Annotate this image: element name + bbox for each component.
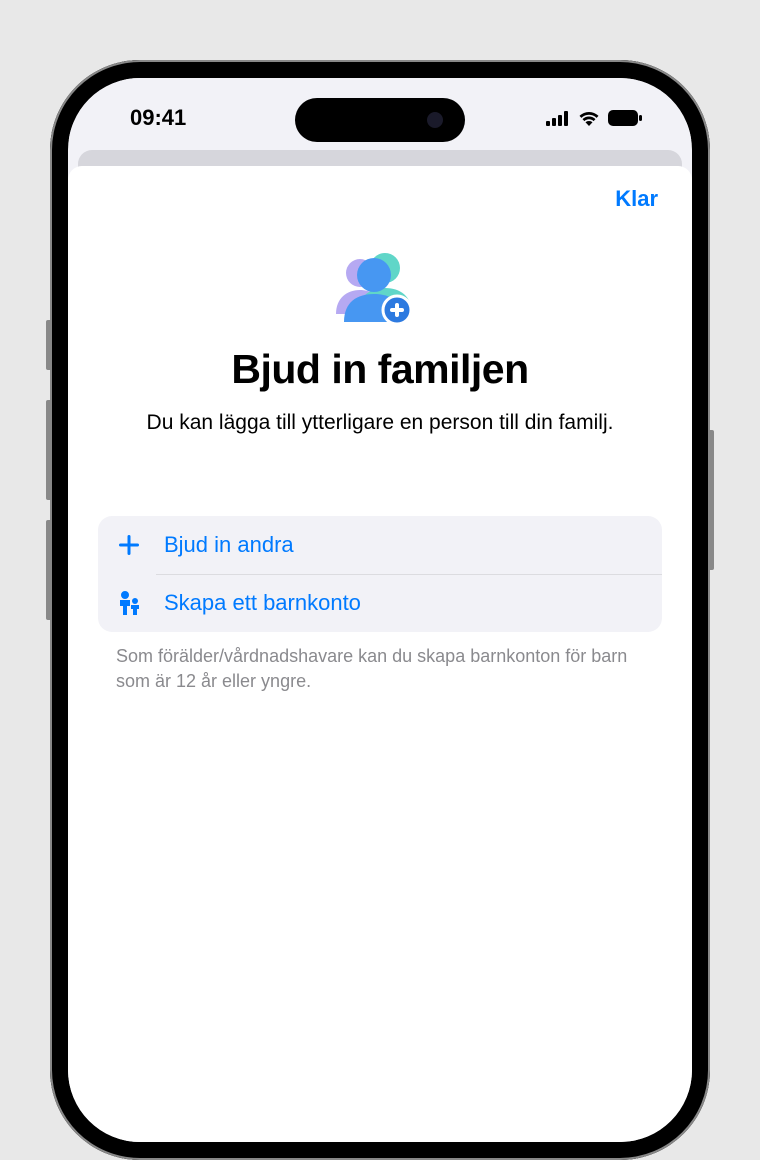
screen: 09:41	[68, 78, 692, 1142]
cellular-icon	[546, 111, 570, 126]
phone-frame: 09:41	[50, 60, 710, 1160]
status-time: 09:41	[130, 105, 186, 131]
page-title: Bjud in familjen	[98, 346, 662, 393]
parent-child-icon	[116, 590, 142, 616]
footer-note: Som förälder/vårdnadshavare kan du skapa…	[98, 644, 662, 693]
camera-dot	[427, 112, 443, 128]
battery-icon	[608, 110, 642, 126]
side-button	[710, 430, 714, 570]
done-button[interactable]: Klar	[615, 186, 658, 212]
modal-header: Klar	[98, 166, 662, 212]
options-group: Bjud in andra Skapa ett	[98, 516, 662, 632]
create-child-row[interactable]: Skapa ett barnkonto	[98, 574, 662, 632]
status-icons	[546, 110, 642, 126]
plus-icon	[116, 533, 142, 557]
page-subtitle: Du kan lägga till ytterligare en person …	[98, 409, 662, 436]
dynamic-island	[295, 98, 465, 142]
modal-sheet: Klar Bjud in familjen Du kan lägga till …	[68, 166, 692, 1142]
family-hero-icon	[98, 250, 662, 326]
create-child-label: Skapa ett barnkonto	[164, 590, 361, 616]
invite-others-row[interactable]: Bjud in andra	[98, 516, 662, 574]
wifi-icon	[578, 110, 600, 126]
invite-others-label: Bjud in andra	[164, 532, 294, 558]
